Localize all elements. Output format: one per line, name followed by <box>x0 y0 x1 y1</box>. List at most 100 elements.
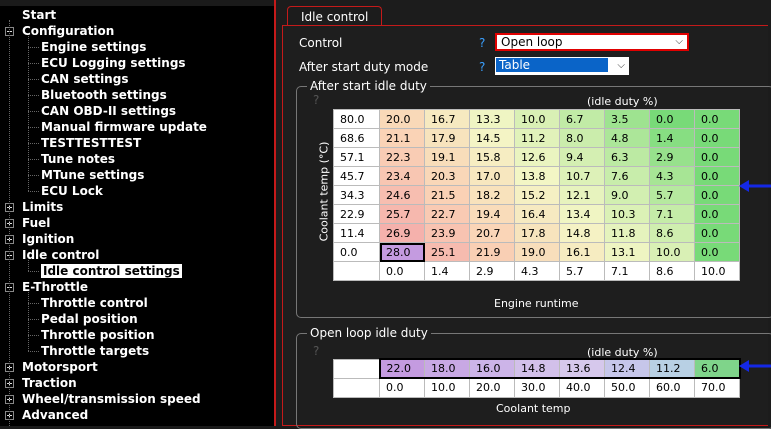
table-cell[interactable]: 9.4 <box>559 147 605 167</box>
table-cell[interactable]: 19.4 <box>469 204 515 224</box>
table-cell[interactable]: 0.0 <box>649 109 695 129</box>
table-cell[interactable]: 22.7 <box>424 204 470 224</box>
sidebar-item[interactable]: Throttle targets <box>41 343 149 359</box>
table-cell[interactable]: 4.8 <box>604 128 650 148</box>
sidebar-item[interactable]: CAN settings <box>41 71 128 87</box>
sidebar-item[interactable]: E-Throttle <box>22 279 88 295</box>
table-cell[interactable]: 17.8 <box>514 223 560 243</box>
table-cell[interactable]: 23.4 <box>379 166 425 186</box>
table-cell[interactable]: 15.8 <box>469 147 515 167</box>
sidebar-item[interactable]: Pedal position <box>41 311 138 327</box>
sidebar-item[interactable]: Fuel <box>22 215 50 231</box>
table-cell[interactable]: 20.0 <box>379 109 425 129</box>
table-cell[interactable]: 21.5 <box>424 185 470 205</box>
mode-help-icon[interactable]: ? <box>479 60 485 74</box>
sidebar-item[interactable]: Wheel/transmission speed <box>22 391 201 407</box>
sidebar-item[interactable]: Configuration <box>22 23 114 39</box>
table-cell[interactable]: 18.0 <box>424 358 470 379</box>
tab-idle-control[interactable]: Idle control <box>287 6 383 27</box>
sidebar-item[interactable]: Bluetooth settings <box>41 87 167 103</box>
table-cell[interactable]: 3.5 <box>604 109 650 129</box>
table-cell[interactable]: 21.9 <box>469 242 515 262</box>
sidebar-item[interactable]: Throttle position <box>41 327 155 343</box>
table-cell[interactable]: 20.7 <box>469 223 515 243</box>
sidebar-item[interactable]: Motorsport <box>22 359 98 375</box>
table-cell[interactable]: 14.8 <box>514 358 560 379</box>
sidebar-item[interactable]: MTune settings <box>41 167 144 183</box>
table-cell[interactable]: 16.4 <box>514 204 560 224</box>
sidebar-item[interactable]: Idle control settings <box>41 263 182 279</box>
sidebar-item[interactable]: ECU Logging settings <box>41 55 186 71</box>
sidebar-item[interactable]: Manual firmware update <box>41 119 207 135</box>
sidebar-item[interactable]: TESTTESTTEST <box>41 135 141 151</box>
table-cell[interactable]: 0.0 <box>694 109 740 129</box>
sidebar-item[interactable]: Throttle control <box>41 295 148 311</box>
table-cell[interactable]: 17.0 <box>469 166 515 186</box>
sidebar-item[interactable]: Ignition <box>22 231 74 247</box>
table-cell[interactable]: 10.0 <box>649 242 695 262</box>
table-cell[interactable]: 12.6 <box>514 147 560 167</box>
table-cell[interactable]: 14.5 <box>469 128 515 148</box>
table-cell[interactable]: 13.3 <box>469 109 515 129</box>
table-cell[interactable]: 6.0 <box>694 358 741 379</box>
table-cell[interactable]: 12.1 <box>559 185 605 205</box>
sidebar-item[interactable]: Advanced <box>22 407 88 423</box>
table-cell[interactable]: 12.4 <box>604 358 650 379</box>
table-cell[interactable]: 16.7 <box>424 109 470 129</box>
table-cell[interactable]: 16.0 <box>469 358 515 379</box>
table-cell[interactable]: 20.3 <box>424 166 470 186</box>
open-loop-help-icon[interactable]: ? <box>313 344 319 358</box>
table-cell[interactable]: 0.0 <box>694 147 740 167</box>
table-cell[interactable]: 0.0 <box>694 185 740 205</box>
table-cell[interactable]: 5.7 <box>649 185 695 205</box>
table-cell[interactable]: 7.6 <box>604 166 650 186</box>
sidebar-item[interactable]: Traction <box>22 375 77 391</box>
table-cell[interactable]: 18.2 <box>469 185 515 205</box>
table-cell[interactable]: 14.8 <box>559 223 605 243</box>
table-cell[interactable]: 22.0 <box>378 358 425 379</box>
table-cell[interactable]: 10.7 <box>559 166 605 186</box>
table-cell[interactable]: 10.0 <box>514 109 560 129</box>
sidebar-item[interactable]: CAN OBD-II settings <box>41 103 176 119</box>
control-help-icon[interactable]: ? <box>479 36 485 50</box>
control-select[interactable]: Open loop ⌵ <box>495 33 689 51</box>
sidebar-item[interactable]: Start <box>22 7 56 23</box>
sidebar-item[interactable]: Idle control <box>22 247 99 263</box>
table-cell[interactable]: 11.2 <box>649 358 695 379</box>
table-cell[interactable]: 10.3 <box>604 204 650 224</box>
after-start-help-icon[interactable]: ? <box>313 93 319 107</box>
table-cell[interactable]: 15.2 <box>514 185 560 205</box>
table-cell[interactable]: 19.1 <box>424 147 470 167</box>
table-cell[interactable]: 8.6 <box>649 223 695 243</box>
open-loop-table[interactable]: 22.0 18.0 16.0 14.8 13.6 12.4 11.2 6.0 0.0 10.0 20… <box>333 358 741 398</box>
table-cell[interactable]: 23.9 <box>424 223 470 243</box>
table-cell[interactable]: 17.9 <box>424 128 470 148</box>
table-cell[interactable]: 8.0 <box>559 128 605 148</box>
table-cell[interactable]: 13.6 <box>559 358 605 379</box>
table-cell[interactable]: 22.3 <box>379 147 425 167</box>
table-cell[interactable]: 13.4 <box>559 204 605 224</box>
table-cell[interactable]: 16.1 <box>559 242 605 262</box>
table-cell[interactable]: 0.0 <box>694 166 740 186</box>
table-cell[interactable]: 28.0 <box>379 242 425 262</box>
navigation-tree[interactable]: Start Configuration Engine settings ECU Log… <box>0 0 276 426</box>
mode-select[interactable]: Table ⌵ <box>495 57 629 75</box>
sidebar-item[interactable]: Limits <box>22 199 63 215</box>
table-cell[interactable]: 2.9 <box>649 147 695 167</box>
table-cell[interactable]: 0.0 <box>694 223 740 243</box>
after-start-table[interactable]: 80.0 20.0 16.7 13.3 10.0 6.7 3.5 0.0 0.0 68.6 21.1… <box>333 109 740 281</box>
table-cell[interactable]: 26.9 <box>379 223 425 243</box>
table-cell[interactable]: 24.6 <box>379 185 425 205</box>
table-cell[interactable]: 4.3 <box>649 166 695 186</box>
table-cell[interactable]: 11.2 <box>514 128 560 148</box>
table-cell[interactable]: 25.1 <box>424 242 470 262</box>
table-cell[interactable]: 0.0 <box>694 242 740 262</box>
table-cell[interactable]: 6.3 <box>604 147 650 167</box>
table-cell[interactable]: 11.8 <box>604 223 650 243</box>
table-cell[interactable]: 0.0 <box>694 204 740 224</box>
table-cell[interactable]: 19.0 <box>514 242 560 262</box>
table-cell[interactable]: 7.1 <box>649 204 695 224</box>
table-cell[interactable]: 6.7 <box>559 109 605 129</box>
table-cell[interactable]: 13.8 <box>514 166 560 186</box>
table-cell[interactable]: 0.0 <box>694 128 740 148</box>
